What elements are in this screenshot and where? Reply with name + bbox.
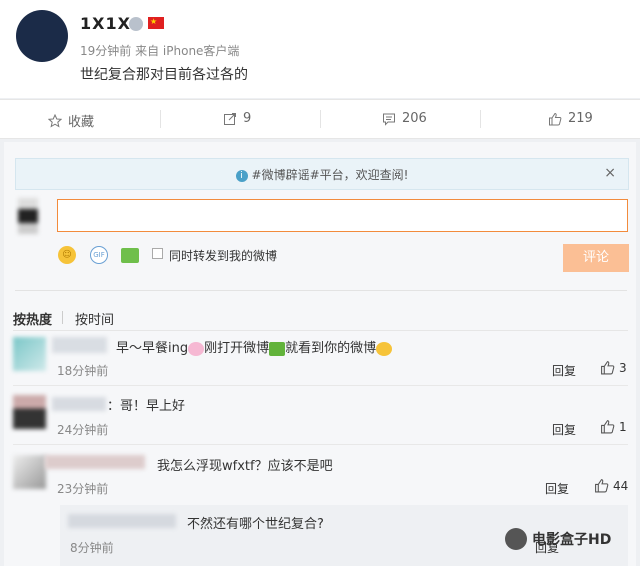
divider bbox=[160, 110, 161, 128]
thumbs-up-icon bbox=[601, 361, 615, 375]
thumbs-up-icon bbox=[601, 420, 615, 434]
comment-text: 我怎么浮现wfxtf？应该不是吧 bbox=[157, 459, 333, 474]
comment-text: 早～早餐ing 刚打开微博 就看到你的微博 bbox=[116, 337, 393, 356]
avatar[interactable] bbox=[16, 10, 68, 62]
submit-comment-button[interactable]: 评论 bbox=[563, 244, 629, 272]
comment-icon bbox=[383, 113, 395, 126]
comment-time[interactable]: 24分钟前 bbox=[57, 421, 108, 438]
divider bbox=[480, 110, 481, 128]
notice-text[interactable]: #微博辟谣#平台，欢迎查阅! bbox=[252, 168, 409, 182]
comment-time[interactable]: 18分钟前 bbox=[57, 362, 108, 379]
close-icon[interactable]: × bbox=[604, 165, 616, 181]
star-icon bbox=[48, 113, 62, 128]
leaf-emoji-icon bbox=[269, 341, 286, 356]
commenter-avatar[interactable] bbox=[13, 455, 46, 489]
comment-input[interactable] bbox=[57, 199, 628, 232]
rumor-notice: i #微博辟谣#平台，欢迎查阅! × bbox=[15, 158, 629, 190]
thumbs-up-icon bbox=[549, 112, 562, 125]
watermark: 电影盒子HD bbox=[505, 528, 611, 550]
bunny-emoji-icon bbox=[188, 341, 205, 356]
thumbs-up-icon bbox=[595, 479, 609, 493]
comment-like-button[interactable]: 3 bbox=[600, 360, 627, 375]
commenter-avatar[interactable] bbox=[13, 337, 46, 371]
repost-button[interactable]: 9 bbox=[223, 111, 251, 126]
commenter-avatar[interactable] bbox=[13, 395, 46, 429]
favorite-label: 收藏 bbox=[68, 115, 95, 130]
reply-button[interactable]: 回复 bbox=[552, 421, 576, 438]
china-flag-icon: ★ bbox=[148, 17, 164, 29]
favorite-button[interactable]: 收藏 bbox=[48, 111, 94, 130]
post-text: 世纪复合那对目前各过各的 bbox=[80, 67, 248, 83]
info-icon: i bbox=[235, 169, 248, 182]
verified-icon bbox=[129, 17, 143, 31]
repost-count: 9 bbox=[243, 111, 252, 126]
divider bbox=[13, 385, 628, 386]
post-meta: 19分钟前 来自 iPhone客户端 bbox=[80, 42, 239, 59]
comment-like-button[interactable]: 44 bbox=[594, 478, 628, 493]
comment-like-button[interactable]: 1 bbox=[600, 419, 627, 434]
sort-by-time[interactable]: 按时间 bbox=[75, 309, 114, 328]
action-bar: 收藏 9 206 219 bbox=[0, 99, 640, 139]
divider bbox=[15, 290, 627, 291]
reply-text: 不然还有哪个世纪复合? bbox=[187, 517, 324, 532]
sort-by-hot[interactable]: 按热度 bbox=[13, 309, 52, 328]
divider bbox=[13, 444, 628, 445]
my-avatar bbox=[18, 198, 38, 234]
commenter-name[interactable] bbox=[45, 455, 145, 469]
repost-icon bbox=[224, 112, 236, 125]
comment-time[interactable]: 23分钟前 bbox=[57, 480, 108, 497]
post-time[interactable]: 19分钟前 bbox=[80, 44, 131, 58]
reply-time[interactable]: 8分钟前 bbox=[70, 539, 114, 556]
comment-button[interactable]: 206 bbox=[382, 111, 427, 126]
post-source: 来自 iPhone客户端 bbox=[135, 44, 240, 58]
like-button[interactable]: 219 bbox=[548, 111, 593, 126]
comment-text: ：哥！早上好 bbox=[107, 399, 186, 414]
commenter-name[interactable] bbox=[52, 397, 106, 411]
divider bbox=[13, 330, 628, 331]
commenter-name[interactable] bbox=[68, 514, 176, 528]
watermark-text: 电影盒子HD bbox=[532, 532, 612, 548]
divider bbox=[62, 311, 63, 324]
wechat-logo-icon bbox=[505, 528, 527, 550]
image-icon[interactable] bbox=[121, 248, 139, 263]
username[interactable]: 1X1X bbox=[80, 14, 131, 33]
divider bbox=[320, 110, 321, 128]
repost-checkbox-label: 同时转发到我的微博 bbox=[169, 249, 278, 263]
reply-button[interactable]: 回复 bbox=[552, 362, 576, 379]
gif-icon[interactable]: GIF bbox=[90, 246, 108, 264]
repost-checkbox[interactable] bbox=[152, 248, 163, 259]
commenter-name[interactable] bbox=[52, 337, 107, 353]
emoji-icon[interactable]: ☺ bbox=[58, 246, 76, 264]
like-count: 219 bbox=[568, 111, 593, 126]
comment-count: 206 bbox=[402, 111, 427, 126]
smile-emoji-icon bbox=[376, 341, 393, 356]
reply-button[interactable]: 回复 bbox=[545, 480, 569, 497]
